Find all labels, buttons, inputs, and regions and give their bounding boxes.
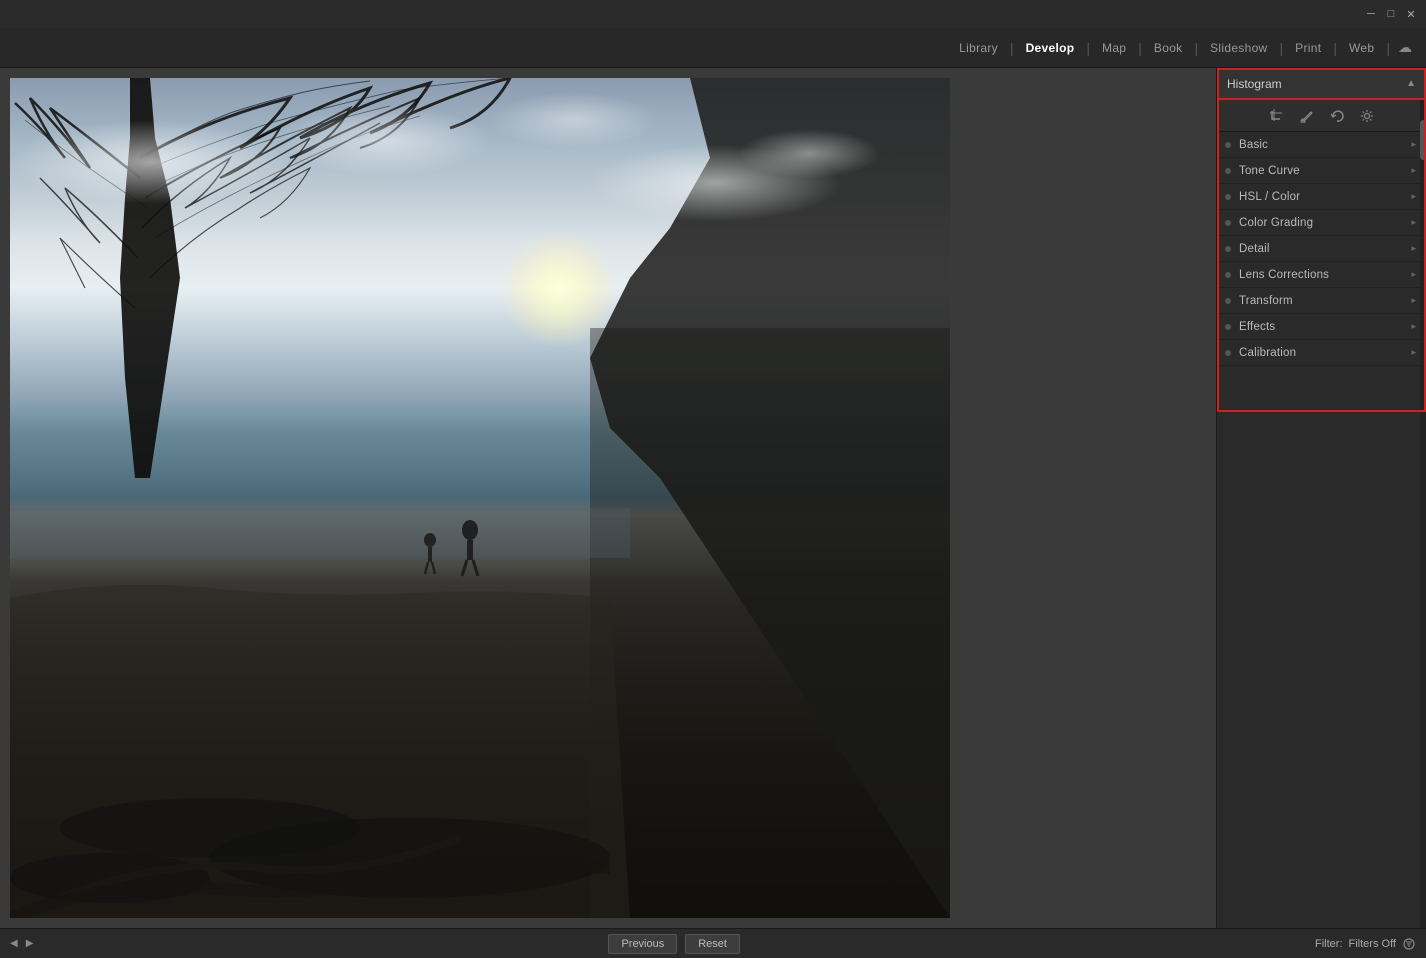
lens-corrections-label: Lens Corrections bbox=[1239, 269, 1329, 281]
calibration-label: Calibration bbox=[1239, 347, 1296, 359]
panel-items: Basic ▸ Tone Curve ▸ HSL / Color ▸ Color… bbox=[1217, 132, 1426, 928]
basic-arrow: ▸ bbox=[1411, 139, 1416, 150]
nav-bar: Library | Develop | Map | Book | Slidesh… bbox=[0, 28, 1426, 68]
scroll-track[interactable] bbox=[1420, 100, 1426, 928]
photo-image bbox=[10, 78, 950, 918]
content-area: Histogram ▲ bbox=[0, 68, 1426, 928]
panel-item-calibration[interactable]: Calibration ▸ bbox=[1217, 340, 1426, 366]
nav-items: Library | Develop | Map | Book | Slidesh… bbox=[947, 28, 1412, 68]
filter-value: Filters Off bbox=[1349, 938, 1396, 950]
panel-item-tone-curve[interactable]: Tone Curve ▸ bbox=[1217, 158, 1426, 184]
title-bar: ─ □ ✕ bbox=[0, 0, 1426, 28]
item-dot bbox=[1225, 194, 1231, 200]
item-dot bbox=[1225, 324, 1231, 330]
photo-container bbox=[10, 78, 950, 918]
maximize-button[interactable]: □ bbox=[1384, 7, 1398, 21]
transform-label: Transform bbox=[1239, 295, 1293, 307]
color-grading-label: Color Grading bbox=[1239, 217, 1313, 229]
previous-button[interactable]: Previous bbox=[608, 934, 677, 954]
minimize-button[interactable]: ─ bbox=[1364, 7, 1378, 21]
window-controls[interactable]: ─ □ ✕ bbox=[1364, 7, 1418, 21]
panel-item-transform[interactable]: Transform ▸ bbox=[1217, 288, 1426, 314]
item-dot bbox=[1225, 298, 1231, 304]
panel-item-lens-corrections[interactable]: Lens Corrections ▸ bbox=[1217, 262, 1426, 288]
bottom-right: Filter: Filters Off bbox=[1315, 937, 1416, 951]
color-grading-arrow: ▸ bbox=[1411, 217, 1416, 228]
crop-icon[interactable] bbox=[1268, 107, 1286, 125]
nav-web[interactable]: Web bbox=[1337, 28, 1386, 68]
nav-print[interactable]: Print bbox=[1283, 28, 1333, 68]
nav-sep-7: | bbox=[1386, 40, 1390, 56]
close-button[interactable]: ✕ bbox=[1404, 7, 1418, 21]
hsl-arrow: ▸ bbox=[1411, 191, 1416, 202]
nav-develop[interactable]: Develop bbox=[1014, 28, 1087, 68]
item-dot bbox=[1225, 350, 1231, 356]
basic-label: Basic bbox=[1239, 139, 1268, 151]
bottom-left: ◀ ▶ bbox=[10, 938, 33, 949]
panel-item-detail[interactable]: Detail ▸ bbox=[1217, 236, 1426, 262]
reset-button[interactable]: Reset bbox=[685, 934, 740, 954]
tree-overlay bbox=[10, 78, 950, 918]
panel-tools bbox=[1217, 100, 1426, 132]
item-dot bbox=[1225, 168, 1231, 174]
settings-icon[interactable] bbox=[1358, 107, 1376, 125]
photo-area bbox=[0, 68, 1216, 928]
brush-icon[interactable] bbox=[1298, 107, 1316, 125]
bottom-right-arrow[interactable]: ▶ bbox=[26, 938, 34, 949]
detail-arrow: ▸ bbox=[1411, 243, 1416, 254]
bottom-center: Previous Reset bbox=[608, 934, 740, 954]
detail-label: Detail bbox=[1239, 243, 1270, 255]
panel-item-effects[interactable]: Effects ▸ bbox=[1217, 314, 1426, 340]
app-container: Library | Develop | Map | Book | Slidesh… bbox=[0, 28, 1426, 958]
right-panel: Histogram ▲ bbox=[1216, 68, 1426, 928]
tone-curve-arrow: ▸ bbox=[1411, 165, 1416, 176]
transform-arrow: ▸ bbox=[1411, 295, 1416, 306]
panel-item-basic[interactable]: Basic ▸ bbox=[1217, 132, 1426, 158]
histogram-header[interactable]: Histogram ▲ bbox=[1217, 68, 1426, 100]
cloud-icon[interactable]: ☁ bbox=[1398, 39, 1412, 56]
nav-slideshow[interactable]: Slideshow bbox=[1198, 28, 1279, 68]
item-dot bbox=[1225, 272, 1231, 278]
panel-item-color-grading[interactable]: Color Grading ▸ bbox=[1217, 210, 1426, 236]
nav-map[interactable]: Map bbox=[1090, 28, 1138, 68]
nav-library[interactable]: Library bbox=[947, 28, 1010, 68]
calibration-arrow: ▸ bbox=[1411, 347, 1416, 358]
bottom-left-arrow[interactable]: ◀ bbox=[10, 938, 18, 949]
filter-label: Filter: bbox=[1315, 938, 1343, 950]
effects-label: Effects bbox=[1239, 321, 1275, 333]
nav-book[interactable]: Book bbox=[1142, 28, 1195, 68]
panel-item-hsl-color[interactable]: HSL / Color ▸ bbox=[1217, 184, 1426, 210]
item-dot bbox=[1225, 142, 1231, 148]
filter-icon bbox=[1402, 937, 1416, 951]
tone-curve-label: Tone Curve bbox=[1239, 165, 1300, 177]
histogram-title: Histogram bbox=[1227, 77, 1282, 91]
histogram-arrow: ▲ bbox=[1406, 78, 1416, 89]
item-dot bbox=[1225, 246, 1231, 252]
item-dot bbox=[1225, 220, 1231, 226]
lens-arrow: ▸ bbox=[1411, 269, 1416, 280]
effects-arrow: ▸ bbox=[1411, 321, 1416, 332]
undo-icon[interactable] bbox=[1328, 107, 1346, 125]
bottom-bar: ◀ ▶ Previous Reset Filter: Filters Off bbox=[0, 928, 1426, 958]
hsl-label: HSL / Color bbox=[1239, 191, 1300, 203]
scroll-thumb[interactable] bbox=[1420, 120, 1426, 160]
